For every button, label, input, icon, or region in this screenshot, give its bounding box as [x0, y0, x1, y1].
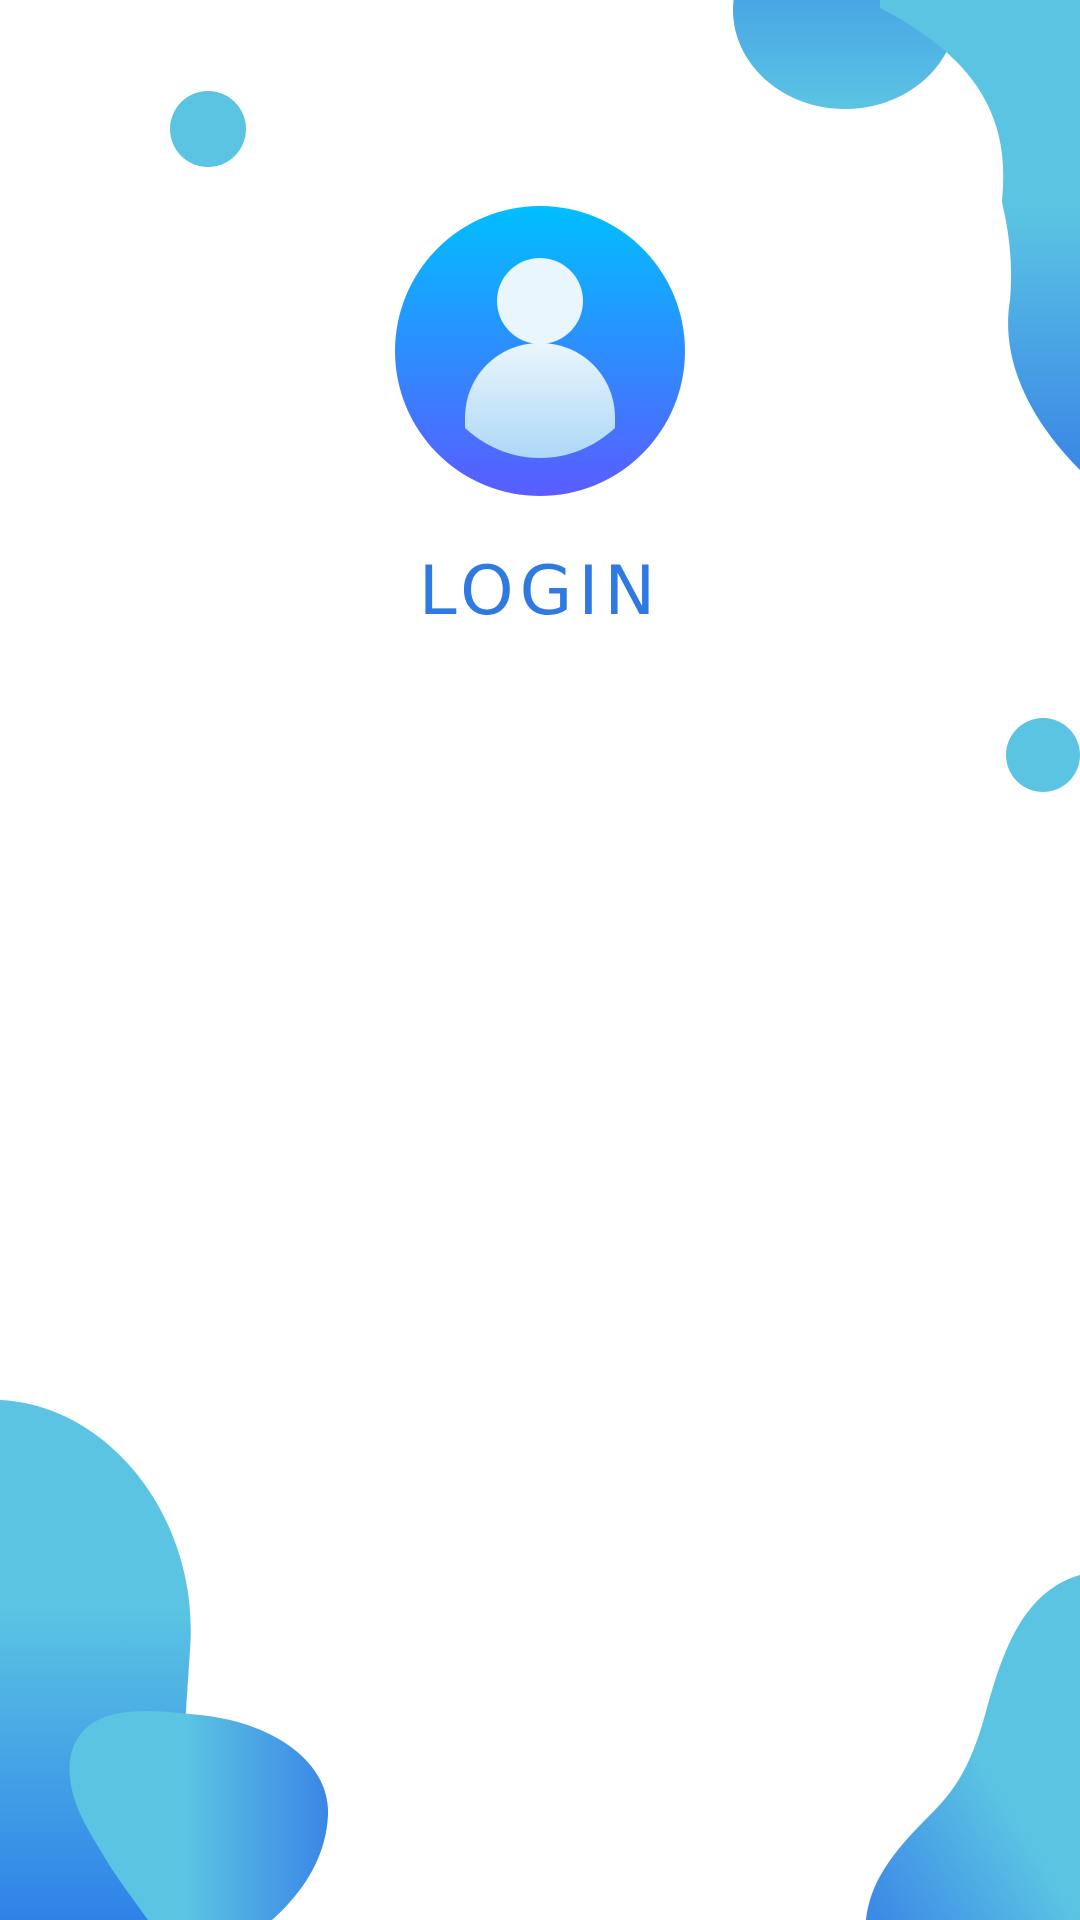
user-avatar-icon [395, 206, 685, 496]
login-screen: LOGIN [0, 0, 1080, 1920]
decor-blob-bottom-right [866, 1575, 1080, 1920]
decor-dot-right [1006, 718, 1080, 792]
decor-dot-top-left [170, 91, 246, 167]
page-title: LOGIN [418, 552, 662, 631]
